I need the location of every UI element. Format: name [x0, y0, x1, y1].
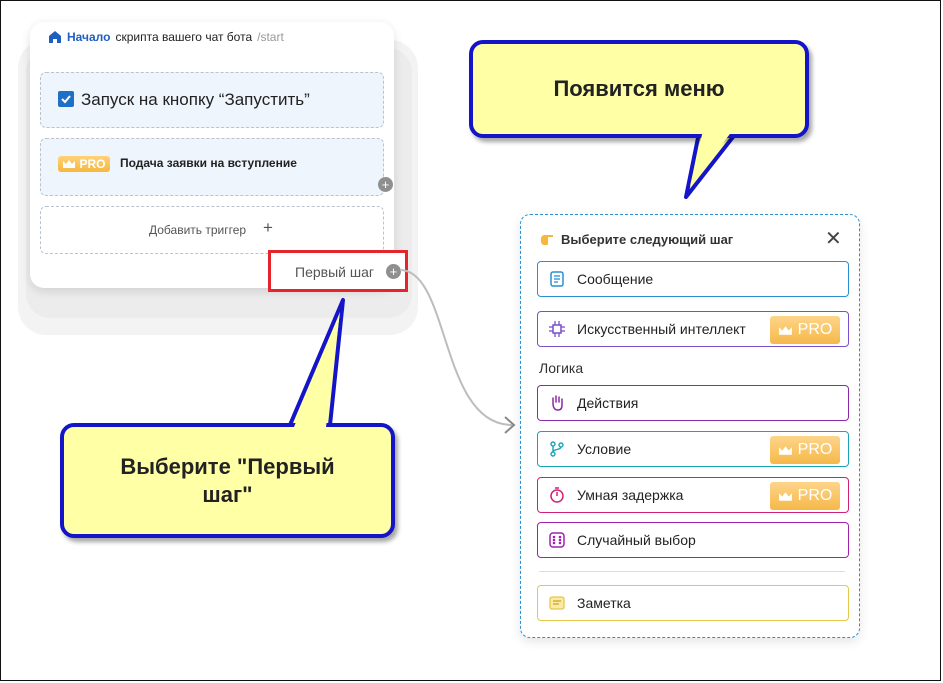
pro-badge-label: PRO [797, 321, 833, 338]
note-icon [547, 593, 567, 613]
menu-title-text: Выберите следующий шаг [561, 231, 734, 247]
menu-divider [539, 571, 845, 572]
menu-title: Выберите следующий шаг [539, 231, 733, 247]
pro-badge-label: PRO [797, 441, 833, 458]
logic-section-label: Логика [539, 360, 584, 376]
menu-item-actions[interactable]: Действия [537, 385, 849, 421]
branch-icon [547, 439, 567, 459]
pro-badge-label: PRO [797, 487, 833, 504]
pro-badge: PRO [770, 316, 840, 344]
menu-item-label: Условие [577, 441, 632, 457]
crown-icon [778, 325, 792, 335]
pro-badge: PRO [770, 436, 840, 464]
menu-item-label: Действия [577, 395, 639, 411]
pro-badge: PRO [770, 482, 840, 510]
menu-item-smart-delay[interactable]: Умная задержка PRO [537, 477, 849, 513]
crown-icon [778, 445, 792, 455]
timer-icon [547, 485, 567, 505]
menu-item-message[interactable]: Сообщение [537, 261, 849, 297]
hand-icon [547, 393, 567, 413]
message-icon [547, 269, 567, 289]
crown-icon [778, 491, 792, 501]
ai-chip-icon [547, 319, 567, 339]
menu-item-ai[interactable]: Искусственный интеллект PRO [537, 311, 849, 347]
pointing-hand-icon [541, 235, 553, 245]
menu-item-label: Заметка [577, 595, 631, 611]
menu-item-condition[interactable]: Условие PRO [537, 431, 849, 467]
next-step-menu: Выберите следующий шаг ✕ Сообщение Искус… [520, 214, 860, 638]
dice-icon [547, 530, 567, 550]
menu-item-label: Случайный выбор [577, 532, 696, 548]
close-icon[interactable]: ✕ [825, 229, 842, 249]
menu-item-note[interactable]: Заметка [537, 585, 849, 621]
menu-item-label: Искусственный интеллект [577, 321, 746, 337]
menu-item-random-choice[interactable]: Случайный выбор [537, 522, 849, 558]
menu-item-label: Умная задержка [577, 487, 684, 503]
menu-item-label: Сообщение [577, 271, 654, 287]
